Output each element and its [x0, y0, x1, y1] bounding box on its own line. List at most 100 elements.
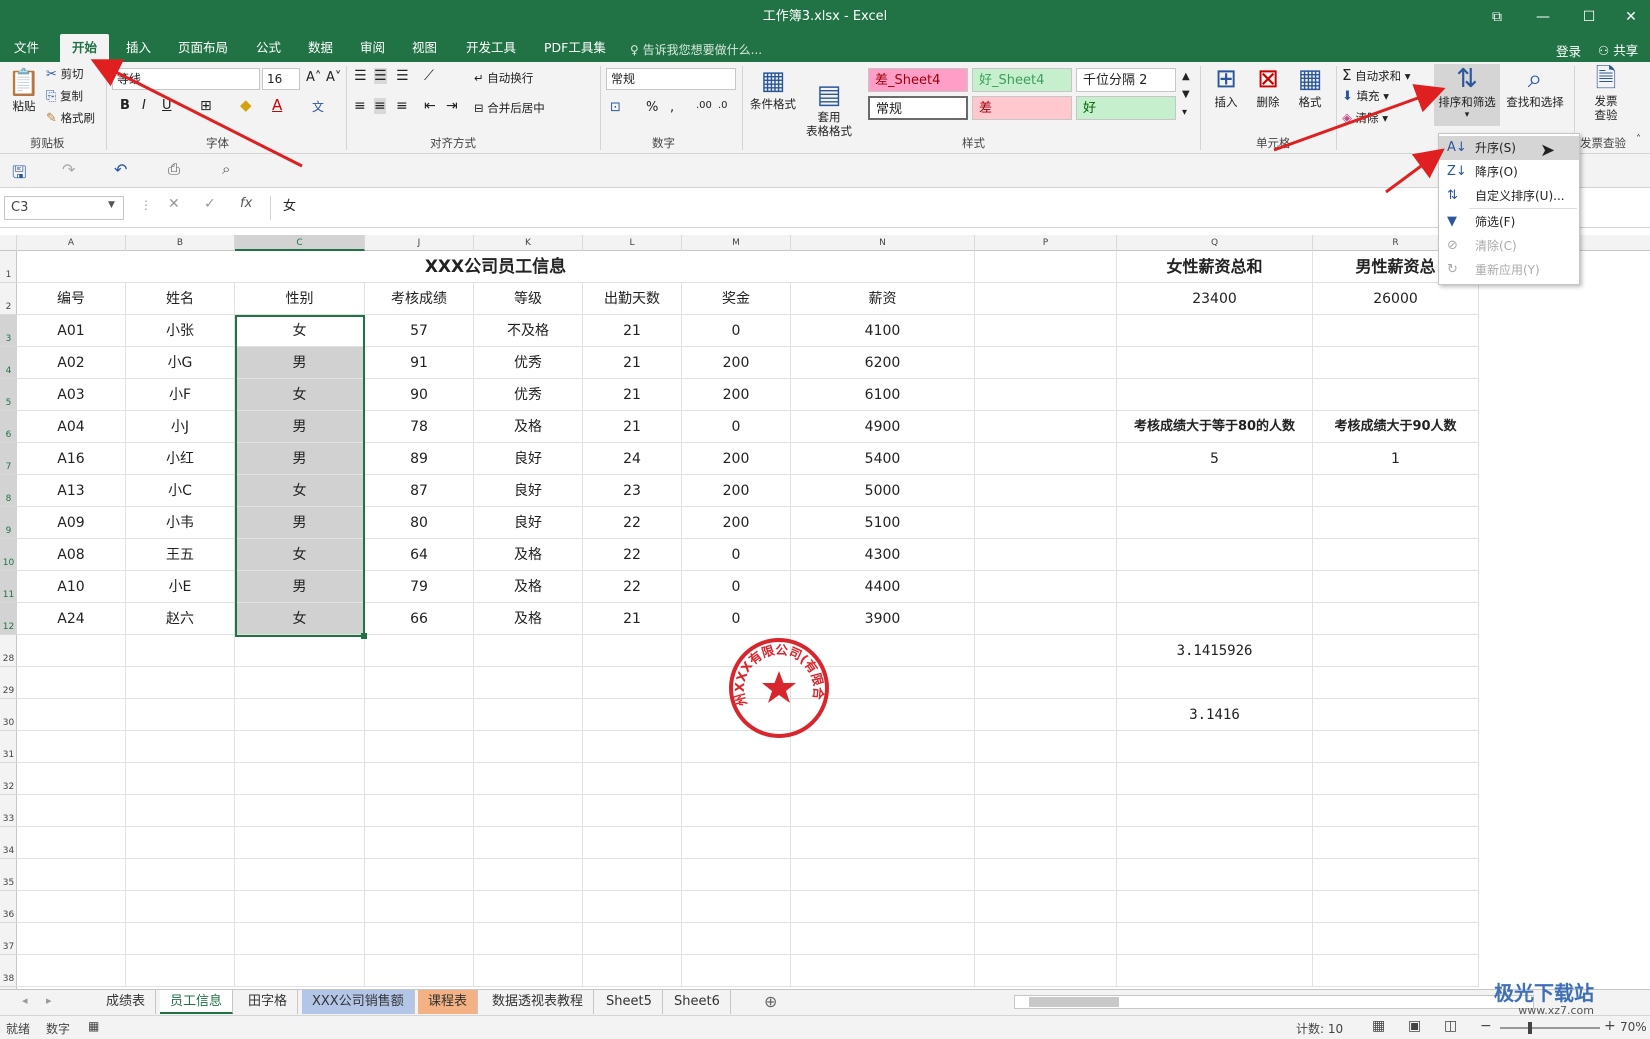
table-cell[interactable]: 女	[235, 315, 365, 347]
empty-cell[interactable]	[235, 859, 365, 891]
empty-cell[interactable]	[1313, 635, 1479, 667]
empty-cell[interactable]	[474, 827, 583, 859]
horizontal-scrollbar[interactable]	[1014, 995, 1534, 1009]
empty-cell[interactable]	[1313, 731, 1479, 763]
sheet-tab-pivot-tutorial[interactable]: 数据透视表教程	[482, 990, 595, 1014]
formula-input[interactable]: 女	[270, 196, 1640, 220]
underline-button[interactable]: U	[162, 98, 172, 113]
row-header[interactable]: 12	[0, 603, 17, 635]
tab-developer[interactable]: 开发工具	[454, 34, 528, 62]
table-cell[interactable]: 男	[235, 443, 365, 475]
empty-cell[interactable]	[791, 891, 975, 923]
empty-cell[interactable]	[583, 699, 682, 731]
empty-cell[interactable]	[682, 827, 791, 859]
empty-cell[interactable]	[365, 763, 474, 795]
table-cell[interactable]: 64	[365, 539, 474, 571]
empty-cell[interactable]	[17, 763, 126, 795]
table-cell[interactable]: 200	[682, 475, 791, 507]
sheet-tab-employee-info[interactable]: 员工信息	[160, 990, 234, 1014]
table-cell[interactable]: 90	[365, 379, 474, 411]
phonetic-button[interactable]: 文	[312, 98, 324, 115]
function-icon[interactable]: fx	[240, 196, 252, 211]
row-header[interactable]: 6	[0, 411, 17, 443]
tab-view[interactable]: 视图	[400, 34, 449, 62]
close-button[interactable]: ✕	[1608, 0, 1650, 34]
table-cell[interactable]: 男	[235, 571, 365, 603]
empty-cell[interactable]	[474, 923, 583, 955]
table-cell[interactable]: 不及格	[474, 315, 583, 347]
table-cell[interactable]: 21	[583, 315, 682, 347]
empty-cell[interactable]	[474, 795, 583, 827]
empty-cell[interactable]	[1117, 667, 1313, 699]
empty-cell[interactable]	[126, 859, 235, 891]
table-cell[interactable]: 200	[682, 443, 791, 475]
empty-cell[interactable]	[583, 923, 682, 955]
table-cell[interactable]: 23	[583, 475, 682, 507]
empty-cell[interactable]	[235, 699, 365, 731]
table-cell[interactable]: 21	[583, 411, 682, 443]
table-cell[interactable]: 良好	[474, 443, 583, 475]
select-all-corner[interactable]	[0, 235, 17, 251]
empty-cell[interactable]	[1313, 667, 1479, 699]
empty-cell[interactable]	[791, 795, 975, 827]
table-cell[interactable]: 87	[365, 475, 474, 507]
table-cell[interactable]: 4100	[791, 315, 975, 347]
table-cell[interactable]: 小J	[126, 411, 235, 443]
empty-cell[interactable]	[975, 635, 1117, 667]
name-box-dropdown-icon[interactable]: ▼	[108, 200, 115, 210]
empty-cell[interactable]	[17, 955, 126, 987]
bold-button[interactable]: B	[120, 98, 130, 113]
align-center-icon[interactable]: ≡	[374, 98, 386, 114]
column-header-n[interactable]: N	[791, 235, 975, 251]
empty-cell[interactable]	[235, 923, 365, 955]
empty-cell[interactable]	[1117, 379, 1313, 411]
empty-cell[interactable]	[235, 891, 365, 923]
sort-menu-item[interactable]: ⇅ 自定义排序(U)...	[1439, 184, 1579, 208]
undo-icon[interactable]: ↶	[114, 160, 127, 179]
empty-cell[interactable]	[1117, 827, 1313, 859]
table-cell[interactable]: 良好	[474, 507, 583, 539]
empty-cell[interactable]	[975, 507, 1117, 539]
empty-cell[interactable]	[791, 923, 975, 955]
table-cell[interactable]: 小张	[126, 315, 235, 347]
empty-cell[interactable]	[975, 859, 1117, 891]
tab-formulas[interactable]: 公式	[244, 34, 293, 62]
empty-cell[interactable]	[235, 731, 365, 763]
sort-menu-item[interactable]: ↻ 重新应用(Y)	[1439, 258, 1579, 282]
empty-cell[interactable]	[17, 891, 126, 923]
next-sheet-icon[interactable]: ▸	[46, 994, 52, 1007]
empty-cell[interactable]	[1313, 795, 1479, 827]
empty-cell[interactable]	[474, 731, 583, 763]
row-header[interactable]: 5	[0, 379, 17, 411]
column-header-a[interactable]: A	[17, 235, 126, 251]
table-cell[interactable]: 4400	[791, 571, 975, 603]
empty-cell[interactable]	[1117, 475, 1313, 507]
tab-data[interactable]: 数据	[296, 34, 345, 62]
tab-file[interactable]: 文件	[2, 34, 51, 62]
pi-full-value[interactable]: 3.1415926	[1117, 635, 1313, 667]
empty-cell[interactable]	[17, 731, 126, 763]
empty-cell[interactable]	[583, 731, 682, 763]
empty-cell[interactable]	[791, 955, 975, 987]
column-label[interactable]: 姓名	[126, 283, 235, 315]
empty-cell[interactable]	[1117, 731, 1313, 763]
fill-button[interactable]: ⬇ 填充 ▾	[1342, 88, 1389, 104]
empty-cell[interactable]	[365, 667, 474, 699]
pi-rounded-value[interactable]: 3.1416	[1117, 699, 1313, 731]
empty-cell[interactable]	[126, 699, 235, 731]
table-cell[interactable]: 21	[583, 603, 682, 635]
column-label[interactable]: 性别	[235, 283, 365, 315]
empty-cell[interactable]	[235, 635, 365, 667]
empty-cell[interactable]	[1313, 507, 1479, 539]
row-header[interactable]: 34	[0, 827, 17, 859]
table-cell[interactable]: A03	[17, 379, 126, 411]
style-cell-comma2[interactable]: 千位分隔 2	[1076, 68, 1176, 92]
empty-cell[interactable]	[1117, 955, 1313, 987]
empty-cell[interactable]	[474, 699, 583, 731]
table-cell[interactable]: 及格	[474, 411, 583, 443]
table-cell[interactable]: 200	[682, 507, 791, 539]
invoice-check-button[interactable]: 🗎 发票 查验	[1580, 64, 1632, 122]
empty-cell[interactable]	[682, 763, 791, 795]
increase-indent-icon[interactable]: ⇥	[446, 98, 458, 114]
format-cells-button[interactable]: ▦ 格式	[1290, 64, 1330, 110]
